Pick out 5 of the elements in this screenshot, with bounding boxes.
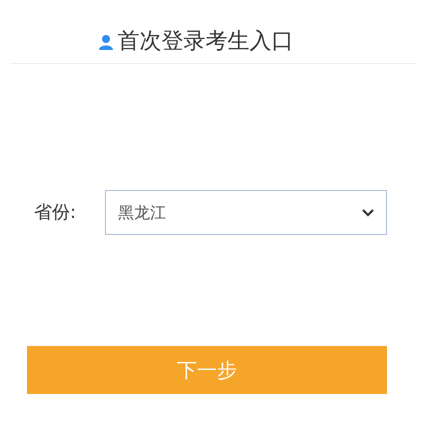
user-icon [98,34,114,50]
page-title: 首次登录考生入口 [118,30,294,52]
province-select[interactable]: 黑龙江 [105,190,387,235]
province-label: 省份: [34,201,78,225]
chevron-down-icon [362,208,374,216]
